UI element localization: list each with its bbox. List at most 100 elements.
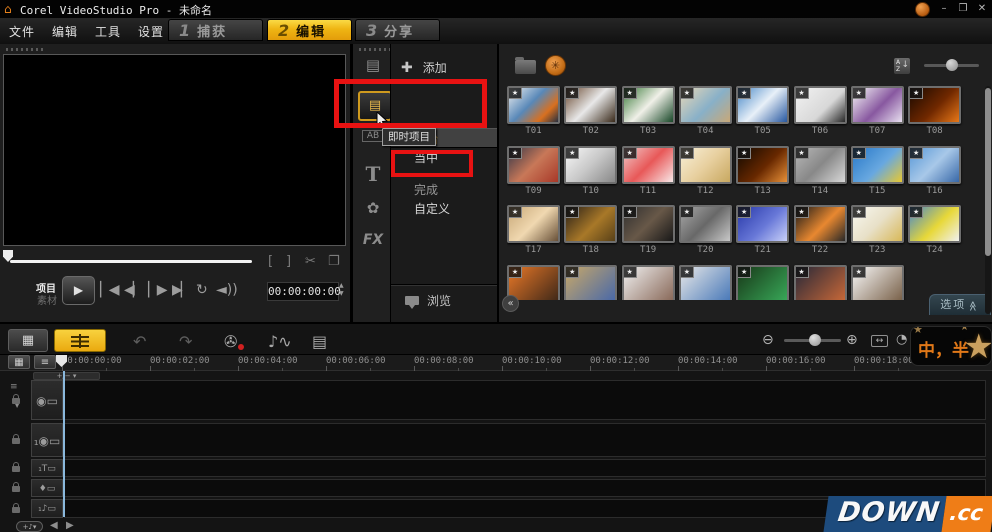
- template-thumbnail-T02[interactable]: ★: [564, 86, 617, 124]
- template-thumbnail-T23[interactable]: ★: [851, 205, 904, 243]
- step-tab-分享[interactable]: 3分享: [355, 19, 440, 41]
- template-thumbnail-T18[interactable]: ★: [564, 205, 617, 243]
- menu-item-1[interactable]: 编辑: [52, 23, 78, 40]
- template-thumbnail-T06[interactable]: ★: [794, 86, 847, 124]
- storyboard-view-button[interactable]: ▦: [8, 329, 48, 352]
- library-item-完成[interactable]: 完成: [391, 182, 497, 198]
- minimize-button[interactable]: –: [937, 2, 951, 15]
- template-thumbnail-T01[interactable]: ★: [507, 86, 560, 124]
- next-frame-button[interactable]: ▏▶: [148, 282, 166, 298]
- scroll-left-icon[interactable]: ◀: [50, 520, 58, 531]
- options-button[interactable]: 选项≫: [929, 294, 991, 315]
- video-track[interactable]: [64, 380, 986, 420]
- title-track[interactable]: [64, 459, 986, 477]
- overlay-track-button[interactable]: ₁◉▭: [31, 423, 63, 457]
- menu-item-3[interactable]: 设置: [138, 23, 164, 40]
- video-track-lock-icon[interactable]: [12, 398, 20, 404]
- template-thumbnail[interactable]: ★: [679, 265, 732, 301]
- template-thumbnail-T14[interactable]: ★: [794, 146, 847, 184]
- thumbnail-size-slider-handle[interactable]: [946, 59, 958, 71]
- go-end-button[interactable]: ▶▏: [172, 282, 190, 298]
- audio-music-icon[interactable]: ♪∿: [268, 332, 292, 351]
- template-thumbnail-T12[interactable]: ★: [679, 146, 732, 184]
- template-thumbnail[interactable]: ★: [564, 265, 617, 301]
- timeline-zoom-slider-handle[interactable]: [809, 334, 821, 346]
- timeline-view-button[interactable]: [54, 329, 106, 352]
- gallery-scrollbar-thumb[interactable]: [985, 88, 991, 256]
- template-thumbnail[interactable]: ★: [736, 265, 789, 301]
- mark-in-button[interactable]: [: [268, 254, 273, 269]
- undo-icon[interactable]: ↶: [133, 332, 146, 351]
- template-thumbnail-T22[interactable]: ★: [794, 205, 847, 243]
- video-track-button[interactable]: ◉▭: [31, 380, 63, 420]
- template-thumbnail-T20[interactable]: ★: [679, 205, 732, 243]
- template-thumbnail-T09[interactable]: ★: [507, 146, 560, 184]
- notification-badge-icon[interactable]: [915, 2, 930, 17]
- clip-mode-label[interactable]: 素材: [37, 292, 57, 307]
- record-capture-icon[interactable]: ✇: [224, 332, 237, 351]
- template-thumbnail-T10[interactable]: ★: [564, 146, 617, 184]
- template-thumbnail-T13[interactable]: ★: [736, 146, 789, 184]
- music-track-lock-icon[interactable]: [12, 507, 20, 513]
- voice-track-lock-icon[interactable]: [12, 486, 20, 492]
- title-track-button[interactable]: ₁T▭: [31, 459, 63, 477]
- template-thumbnail[interactable]: ★: [507, 265, 560, 301]
- template-thumbnail-T24[interactable]: ★: [908, 205, 961, 243]
- sound-mixer-icon[interactable]: ▤: [312, 332, 327, 351]
- add-button[interactable]: ✚添加: [401, 59, 447, 76]
- project-duration-icon[interactable]: ◔: [896, 332, 907, 347]
- volume-button[interactable]: ◄)): [216, 282, 238, 298]
- prev-frame-button[interactable]: ◀▏: [124, 282, 142, 298]
- track-list-icon[interactable]: ≡: [34, 355, 56, 369]
- step-tab-捕获[interactable]: 1捕获: [168, 19, 263, 41]
- graphic-icon[interactable]: ✿: [358, 199, 388, 217]
- filter-fx-icon[interactable]: FX: [358, 232, 388, 248]
- template-thumbnail-T17[interactable]: ★: [507, 205, 560, 243]
- voice-track-button[interactable]: ♦▭: [31, 479, 63, 497]
- scrub-track[interactable]: [10, 260, 252, 263]
- swap-track-button[interactable]: +♪▾: [16, 521, 43, 532]
- template-thumbnail[interactable]: ★: [851, 265, 904, 301]
- transition-icon[interactable]: AB: [362, 130, 384, 142]
- mark-out-button[interactable]: ]: [286, 254, 291, 269]
- collapse-left-icon[interactable]: «: [502, 295, 519, 312]
- folder-icon[interactable]: [515, 60, 536, 74]
- menu-item-2[interactable]: 工具: [95, 23, 121, 40]
- cut-icon[interactable]: ✂: [305, 254, 316, 269]
- track-manager-icon[interactable]: ▦: [8, 355, 30, 369]
- voice-track[interactable]: [64, 479, 986, 497]
- zoom-out-icon[interactable]: ⊖: [762, 332, 774, 348]
- template-thumbnail-T19[interactable]: ★: [622, 205, 675, 243]
- title-track-lock-icon[interactable]: [12, 466, 20, 472]
- ripple-all-lock-icon[interactable]: ≡: [10, 382, 19, 392]
- go-start-button[interactable]: ▏◀: [100, 282, 118, 298]
- template-thumbnail-T04[interactable]: ★: [679, 86, 732, 124]
- template-thumbnail-T15[interactable]: ★: [851, 146, 904, 184]
- menu-item-0[interactable]: 文件: [9, 23, 35, 40]
- template-thumbnail[interactable]: ★: [622, 265, 675, 301]
- sort-icon[interactable]: AZ↓: [894, 58, 910, 74]
- timeline-ruler[interactable]: [0, 354, 992, 371]
- repeat-button[interactable]: ↻: [196, 282, 208, 298]
- overlay-track[interactable]: [64, 423, 986, 457]
- restore-button[interactable]: ❐: [956, 2, 970, 15]
- ripple-edit-bar[interactable]: +/− ▾: [33, 372, 100, 380]
- template-thumbnail-T07[interactable]: ★: [851, 86, 904, 124]
- zoom-in-icon[interactable]: ⊕: [846, 332, 858, 348]
- template-thumbnail[interactable]: ★: [794, 265, 847, 301]
- template-thumbnail-T11[interactable]: ★: [622, 146, 675, 184]
- title-tool-icon[interactable]: T: [358, 162, 388, 186]
- play-button[interactable]: ▶: [62, 276, 95, 305]
- timecode-display[interactable]: 00:00:00:00: [267, 282, 339, 301]
- split-icon[interactable]: ❐: [328, 254, 340, 269]
- template-thumbnail-T16[interactable]: ★: [908, 146, 961, 184]
- scroll-right-icon[interactable]: ▶: [66, 520, 74, 531]
- browse-button[interactable]: 浏览: [405, 292, 451, 309]
- template-thumbnail-T21[interactable]: ★: [736, 205, 789, 243]
- template-thumbnail-T05[interactable]: ★: [736, 86, 789, 124]
- redo-icon[interactable]: ↷: [179, 332, 192, 351]
- step-tab-编辑[interactable]: 2编辑: [267, 19, 352, 41]
- instant-project-gallery-icon[interactable]: ✳: [545, 55, 566, 76]
- music-track-button[interactable]: ₁♪▭: [31, 499, 63, 518]
- template-thumbnail-T03[interactable]: ★: [622, 86, 675, 124]
